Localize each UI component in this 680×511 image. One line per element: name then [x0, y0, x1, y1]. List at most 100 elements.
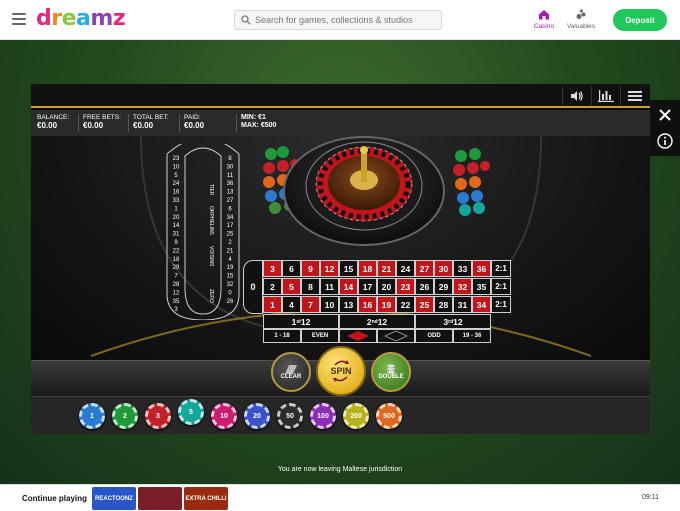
- bet-cell-1[interactable]: 1: [263, 296, 282, 313]
- chip-3[interactable]: 3: [145, 403, 171, 429]
- racetrack-number-5[interactable]: 5: [174, 173, 178, 179]
- bet-cell-4[interactable]: 4: [282, 296, 301, 313]
- racetrack-number-18[interactable]: 18: [173, 257, 180, 263]
- bet-cell-7[interactable]: 7: [301, 296, 320, 313]
- bet-cell-35[interactable]: 35: [472, 278, 491, 295]
- bet-cell-21[interactable]: 21: [377, 260, 396, 277]
- racetrack-number-17[interactable]: 17: [227, 223, 234, 229]
- bet-cell-24[interactable]: 24: [396, 260, 415, 277]
- racetrack-number-14[interactable]: 14: [173, 223, 180, 229]
- chip-100[interactable]: 100: [310, 403, 336, 429]
- chip-10[interactable]: 10: [211, 403, 237, 429]
- bet-low-1-18[interactable]: 1 - 18: [263, 329, 301, 343]
- racetrack-number-29[interactable]: 29: [173, 265, 180, 271]
- chip-200[interactable]: 200: [343, 403, 369, 429]
- clear-button[interactable]: CLEAR: [271, 352, 311, 392]
- racetrack-number-24[interactable]: 24: [173, 181, 180, 187]
- racetrack-number-4[interactable]: 4: [228, 257, 232, 263]
- racetrack-bet-area[interactable]: 2310524163312014319221829728123532603215…: [165, 144, 241, 320]
- search-input[interactable]: [255, 12, 439, 28]
- bet-cell-28[interactable]: 28: [434, 296, 453, 313]
- racetrack-number-21[interactable]: 21: [227, 248, 234, 254]
- bet-odd[interactable]: ODD: [415, 329, 453, 343]
- bet-black[interactable]: [377, 329, 415, 343]
- racetrack-number-3[interactable]: 3: [174, 307, 178, 313]
- racetrack-number-20[interactable]: 20: [173, 215, 180, 221]
- bet-column-3[interactable]: 2:1: [491, 296, 511, 313]
- game-thumbnail-reactoonz[interactable]: REACTOONZ: [92, 487, 136, 510]
- game-menu-button[interactable]: [620, 86, 648, 106]
- double-button[interactable]: DOUBLE: [371, 352, 411, 392]
- bet-cell-18[interactable]: 18: [358, 260, 377, 277]
- chip-2[interactable]: 2: [112, 403, 138, 429]
- bet-cell-6[interactable]: 6: [282, 260, 301, 277]
- bet-cell-25[interactable]: 25: [415, 296, 434, 313]
- racetrack-number-26[interactable]: 26: [227, 299, 234, 305]
- bet-cell-36[interactable]: 36: [472, 260, 491, 277]
- deposit-button[interactable]: Deposit: [613, 9, 667, 31]
- bet-dozen-3[interactable]: 3rd 12: [415, 314, 491, 329]
- racetrack-number-12[interactable]: 12: [173, 290, 180, 296]
- game-info-button[interactable]: [650, 126, 680, 156]
- spin-button[interactable]: SPIN: [316, 346, 366, 396]
- racetrack-number-15[interactable]: 15: [227, 274, 234, 280]
- bet-cell-10[interactable]: 10: [320, 296, 339, 313]
- statistics-button[interactable]: [591, 86, 619, 106]
- search-box[interactable]: [234, 10, 442, 30]
- bet-cell-33[interactable]: 33: [453, 260, 472, 277]
- bet-even[interactable]: EVEN: [301, 329, 339, 343]
- racetrack-number-9[interactable]: 9: [174, 240, 178, 246]
- bet-cell-13[interactable]: 13: [339, 296, 358, 313]
- bet-column-1[interactable]: 2:1: [491, 260, 511, 277]
- racetrack-number-36[interactable]: 36: [227, 181, 234, 187]
- chip-1[interactable]: 1: [79, 403, 105, 429]
- racetrack-number-25[interactable]: 25: [227, 232, 234, 238]
- racetrack-number-13[interactable]: 13: [227, 190, 234, 196]
- nav-valuables[interactable]: Valuables: [563, 8, 599, 30]
- racetrack-number-35[interactable]: 35: [173, 299, 180, 305]
- bet-cell-27[interactable]: 27: [415, 260, 434, 277]
- bet-cell-16[interactable]: 16: [358, 296, 377, 313]
- bet-red[interactable]: [339, 329, 377, 343]
- chip-5[interactable]: 5: [178, 399, 204, 425]
- game-thumbnail-extra-chilli[interactable]: EXTRA CHILLI: [184, 487, 228, 510]
- racetrack-number-33[interactable]: 33: [173, 198, 180, 204]
- bet-cell-9[interactable]: 9: [301, 260, 320, 277]
- racetrack-number-11[interactable]: 11: [227, 173, 234, 179]
- bet-cell-3[interactable]: 3: [263, 260, 282, 277]
- racetrack-number-28[interactable]: 28: [173, 282, 180, 288]
- bet-cell-30[interactable]: 30: [434, 260, 453, 277]
- bet-cell-0[interactable]: 0: [243, 260, 263, 314]
- bet-cell-32[interactable]: 32: [453, 278, 472, 295]
- bet-cell-2[interactable]: 2: [263, 278, 282, 295]
- racetrack-number-27[interactable]: 27: [227, 198, 234, 204]
- bet-column-2[interactable]: 2:1: [491, 278, 511, 295]
- chip-50[interactable]: 50: [277, 403, 303, 429]
- racetrack-number-31[interactable]: 31: [173, 232, 180, 238]
- bet-cell-19[interactable]: 19: [377, 296, 396, 313]
- dreamz-logo[interactable]: dreamz: [36, 6, 126, 31]
- bet-cell-34[interactable]: 34: [472, 296, 491, 313]
- racetrack-number-32[interactable]: 32: [227, 282, 234, 288]
- racetrack-number-34[interactable]: 34: [227, 215, 234, 221]
- bet-cell-17[interactable]: 17: [358, 278, 377, 295]
- racetrack-number-6[interactable]: 6: [228, 206, 232, 212]
- bet-cell-22[interactable]: 22: [396, 296, 415, 313]
- bet-cell-11[interactable]: 11: [320, 278, 339, 295]
- bet-dozen-2[interactable]: 2nd 12: [339, 314, 415, 329]
- bet-cell-12[interactable]: 12: [320, 260, 339, 277]
- bet-cell-20[interactable]: 20: [377, 278, 396, 295]
- racetrack-number-23[interactable]: 23: [173, 156, 180, 162]
- game-thumbnail-2[interactable]: [138, 487, 182, 510]
- racetrack-number-22[interactable]: 22: [173, 248, 180, 254]
- bet-cell-5[interactable]: 5: [282, 278, 301, 295]
- chip-20[interactable]: 20: [244, 403, 270, 429]
- racetrack-number-30[interactable]: 30: [227, 164, 234, 170]
- bet-cell-8[interactable]: 8: [301, 278, 320, 295]
- bet-dozen-1[interactable]: 1st 12: [263, 314, 339, 329]
- bet-cell-31[interactable]: 31: [453, 296, 472, 313]
- bet-cell-29[interactable]: 29: [434, 278, 453, 295]
- racetrack-number-2[interactable]: 2: [228, 240, 232, 246]
- racetrack-number-19[interactable]: 19: [227, 265, 234, 271]
- bet-high-19-36[interactable]: 19 - 36: [453, 329, 491, 343]
